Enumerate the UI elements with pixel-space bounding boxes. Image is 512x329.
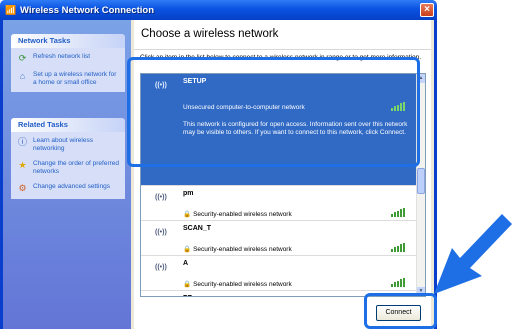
related-tasks-header[interactable]: Related Tasks xyxy=(11,118,125,132)
related-tasks-panel: Related Tasks ⓘ Learn about wireless net… xyxy=(11,118,125,199)
network-item-a[interactable]: ((•)) A 🔒 Security-enabled wireless netwo… xyxy=(141,256,417,291)
window-title: Wireless Network Connection xyxy=(20,4,154,16)
signal-strength-icon xyxy=(391,243,407,252)
wireless-icon: 📶 xyxy=(5,5,17,15)
change-order-label: Change the order of preferred networks xyxy=(33,160,119,175)
refresh-label: Refresh network list xyxy=(33,53,91,60)
antenna-icon: ((•)) xyxy=(155,194,167,201)
advanced-settings-link[interactable]: ⚙ Change advanced settings xyxy=(17,183,121,194)
setup-wireless-icon: ⌂ xyxy=(19,71,26,81)
task-sidebar: Network Tasks ⟳ Refresh network list ⌂ S… xyxy=(3,20,131,329)
pointer-arrow-icon xyxy=(434,214,512,294)
network-status: Security-enabled wireless network xyxy=(193,281,292,288)
connect-highlight-callout xyxy=(364,293,437,329)
network-status: Security-enabled wireless network xyxy=(193,211,292,218)
close-button[interactable]: × xyxy=(420,3,434,17)
title-bar[interactable]: 📶 Wireless Network Connection × xyxy=(0,0,437,20)
lock-icon: 🔒 xyxy=(183,211,192,218)
setup-highlight-callout xyxy=(127,57,420,167)
network-item-scan-t[interactable]: ((•)) SCAN_T 🔒 Security-enabled wireless … xyxy=(141,221,417,256)
heading-divider xyxy=(134,49,431,50)
setup-label: Set up a wireless network for a home or … xyxy=(33,71,117,86)
change-order-link[interactable]: ★ Change the order of preferred networks xyxy=(17,160,121,176)
info-icon: ⓘ xyxy=(17,137,27,147)
network-name: SCAN_T xyxy=(183,225,212,232)
page-title: Choose a wireless network xyxy=(141,28,279,40)
refresh-network-list-link[interactable]: ⟳ Refresh network list xyxy=(17,53,121,64)
network-name: PP xyxy=(183,295,192,296)
learn-label: Learn about wireless networking xyxy=(33,137,93,152)
settings-icon: ⚙ xyxy=(18,183,27,193)
network-item-pm[interactable]: ((•)) pm 🔒 Security-enabled wireless netw… xyxy=(141,186,417,221)
antenna-icon: ((•)) xyxy=(155,229,167,236)
lock-icon: 🔒 xyxy=(183,246,192,253)
network-tasks-header[interactable]: Network Tasks xyxy=(11,34,125,48)
network-status: Security-enabled wireless network xyxy=(193,246,292,253)
setup-wireless-network-link[interactable]: ⌂ Set up a wireless network for a home o… xyxy=(17,71,121,87)
antenna-icon: ((•)) xyxy=(155,264,167,271)
learn-wireless-link[interactable]: ⓘ Learn about wireless networking xyxy=(17,137,121,153)
refresh-icon: ⟳ xyxy=(18,53,27,63)
advanced-label: Change advanced settings xyxy=(33,183,110,190)
signal-strength-icon xyxy=(391,208,407,217)
scroll-thumb[interactable] xyxy=(417,168,425,194)
signal-strength-icon xyxy=(391,278,407,287)
network-tasks-panel: Network Tasks ⟳ Refresh network list ⌂ S… xyxy=(11,34,125,92)
network-name: A xyxy=(183,260,189,267)
star-icon: ★ xyxy=(18,160,27,170)
network-name: pm xyxy=(183,190,194,197)
lock-icon: 🔒 xyxy=(183,281,192,288)
